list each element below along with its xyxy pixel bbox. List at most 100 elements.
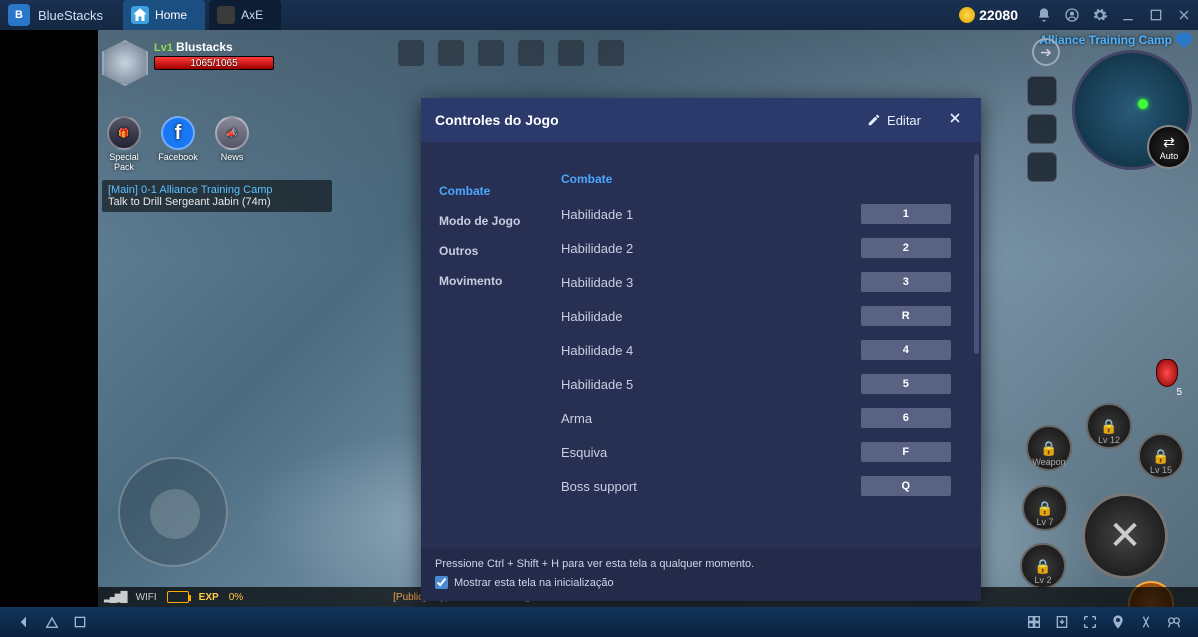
lock-icon: 🔒: [1100, 418, 1117, 435]
skill-slot-lv15[interactable]: 🔒Lv 15: [1138, 433, 1184, 479]
signal-icon: ▂▄▆█: [104, 592, 126, 603]
screenshot-icon[interactable]: [1160, 608, 1188, 636]
game-menu-icon[interactable]: [558, 40, 584, 66]
auto-button[interactable]: ⇄ Auto: [1147, 125, 1191, 169]
expand-arrow-icon[interactable]: ➔: [1032, 38, 1060, 66]
side-icon[interactable]: [1027, 114, 1057, 144]
notifications-icon[interactable]: [1030, 1, 1058, 29]
category-others[interactable]: Outros: [421, 236, 541, 266]
binding-label: Habilidade 1: [561, 207, 633, 222]
special-pack-label: Special Pack: [109, 152, 139, 172]
show-on-startup-checkbox[interactable]: Mostrar esta tela na inicialização: [435, 576, 967, 589]
binding-row: Habilidade 4 4: [561, 340, 951, 360]
game-menu-icon[interactable]: [478, 40, 504, 66]
dialog-body: Combate Modo de Jogo Outros Movimento Co…: [421, 142, 981, 548]
checkbox-input[interactable]: [435, 576, 448, 589]
maximize-icon[interactable]: [1142, 1, 1170, 29]
binding-row: Esquiva F: [561, 442, 951, 462]
settings-icon[interactable]: [1086, 1, 1114, 29]
potion-button[interactable]: 5: [1152, 359, 1182, 399]
lock-icon: 🔒: [1034, 558, 1051, 575]
gift-icon: 🎁: [107, 116, 141, 150]
skill-slot-lv12[interactable]: 🔒Lv 12: [1086, 403, 1132, 449]
quest-objective: Talk to Drill Sergeant Jabin (74m): [108, 196, 326, 208]
key-binding[interactable]: 1: [861, 204, 951, 224]
dialog-title: Controles do Jogo: [435, 112, 859, 128]
quest-title: [Main] 0-1 Alliance Training Camp: [108, 184, 326, 196]
tab-home[interactable]: Home: [123, 0, 205, 30]
location-icon[interactable]: [1104, 608, 1132, 636]
home-nav-icon[interactable]: [38, 608, 66, 636]
side-icon[interactable]: [1027, 152, 1057, 182]
recents-icon[interactable]: [66, 608, 94, 636]
key-binding[interactable]: F: [861, 442, 951, 462]
attack-button[interactable]: [1082, 493, 1168, 579]
minimize-icon[interactable]: [1114, 1, 1142, 29]
account-icon[interactable]: [1058, 1, 1086, 29]
top-right-hud: ➔ Alliance Training Camp ⇄ Auto: [1039, 32, 1192, 170]
key-binding[interactable]: 3: [861, 272, 951, 292]
weapon-skill-button[interactable]: 🔒Weapon: [1026, 425, 1072, 471]
close-window-icon[interactable]: [1170, 1, 1198, 29]
skill-slot-lv2[interactable]: 🔒Lv 2: [1020, 543, 1066, 589]
facebook-label: Facebook: [158, 152, 198, 162]
fullscreen-icon[interactable]: [1076, 608, 1104, 636]
key-binding[interactable]: 6: [861, 408, 951, 428]
battery-icon: [167, 591, 189, 603]
skill-slot-lv7[interactable]: 🔒Lv 7: [1022, 485, 1068, 531]
binding-label: Habilidade: [561, 309, 622, 324]
side-icon[interactable]: [1027, 76, 1057, 106]
binding-row: Boss support Q: [561, 476, 951, 496]
binding-row: Habilidade 1 1: [561, 204, 951, 224]
game-controls-dialog: Controles do Jogo Editar Combate Modo de…: [421, 98, 981, 601]
pencil-icon: [867, 113, 881, 127]
facebook-button[interactable]: fFacebook: [156, 116, 200, 172]
coin-icon: [959, 7, 975, 23]
lock-icon: 🔒: [1036, 500, 1053, 517]
binding-label: Habilidade 3: [561, 275, 633, 290]
binding-row: Habilidade 5 5: [561, 374, 951, 394]
game-menu-icon[interactable]: [598, 40, 624, 66]
binding-row: Habilidade R: [561, 306, 951, 326]
install-apk-icon[interactable]: [1048, 608, 1076, 636]
back-icon[interactable]: [10, 608, 38, 636]
category-gamemode[interactable]: Modo de Jogo: [421, 206, 541, 236]
quest-tracker[interactable]: [Main] 0-1 Alliance Training Camp Talk t…: [102, 180, 332, 212]
tab-game[interactable]: AxE: [209, 0, 281, 30]
minimap[interactable]: ⇄ Auto: [1072, 50, 1192, 170]
section-title: Combate: [561, 172, 951, 186]
shake-icon[interactable]: [1132, 608, 1160, 636]
lock-icon: 🔒: [1152, 448, 1169, 465]
multi-instance-icon[interactable]: [1020, 608, 1048, 636]
player-portrait-icon[interactable]: [102, 40, 148, 86]
binding-label: Arma: [561, 411, 592, 426]
binding-label: Habilidade 5: [561, 377, 633, 392]
game-canvas[interactable]: Lv1 Blustacks 1065/1065 🎁Special Pack fF…: [98, 30, 1198, 607]
player-name: Blustacks: [176, 40, 233, 54]
category-movement[interactable]: Movimento: [421, 266, 541, 296]
game-menu-icon[interactable]: [438, 40, 464, 66]
virtual-joystick[interactable]: [118, 457, 228, 567]
megaphone-icon: 📣: [215, 116, 249, 150]
tab-game-label: AxE: [241, 8, 263, 22]
edit-label: Editar: [887, 113, 921, 128]
key-binding[interactable]: 4: [861, 340, 951, 360]
player-level: Lv1: [154, 42, 173, 54]
key-binding[interactable]: 5: [861, 374, 951, 394]
close-dialog-button[interactable]: [943, 110, 967, 131]
category-list: Combate Modo de Jogo Outros Movimento: [421, 142, 541, 548]
edit-button[interactable]: Editar: [859, 109, 929, 132]
special-pack-button[interactable]: 🎁Special Pack: [102, 116, 146, 172]
news-button[interactable]: 📣News: [210, 116, 254, 172]
category-combat[interactable]: Combate: [421, 176, 541, 206]
dialog-footer: Pressione Ctrl + Shift + H para ver esta…: [421, 548, 981, 601]
game-menu-icon[interactable]: [518, 40, 544, 66]
key-binding[interactable]: 2: [861, 238, 951, 258]
game-top-menu: [398, 40, 624, 66]
key-binding[interactable]: Q: [861, 476, 951, 496]
scrollbar[interactable]: [974, 154, 979, 354]
key-binding[interactable]: R: [861, 306, 951, 326]
dialog-header: Controles do Jogo Editar: [421, 98, 981, 142]
game-menu-icon[interactable]: [398, 40, 424, 66]
binding-label: Boss support: [561, 479, 637, 494]
